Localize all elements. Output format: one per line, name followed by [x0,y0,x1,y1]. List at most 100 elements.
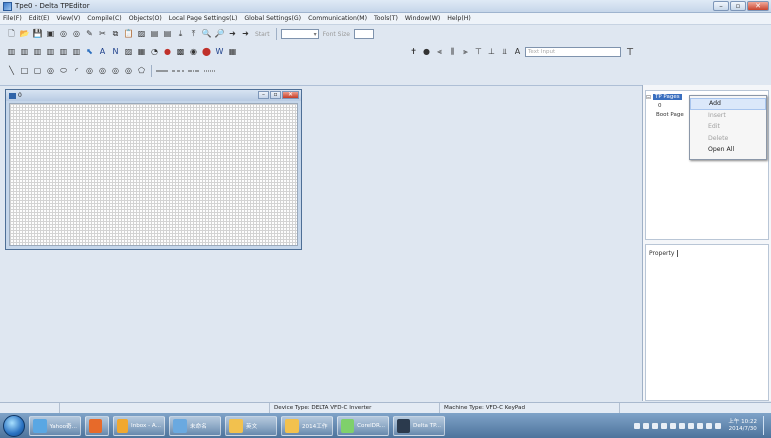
circle-icon[interactable]: ◎ [45,66,56,77]
align-icon[interactable]: ▥ [19,47,30,58]
menu-help[interactable]: Help(H) [447,15,471,22]
save-all-icon[interactable]: ▣ [45,29,56,40]
align-icon[interactable]: ▥ [6,47,17,58]
start-button[interactable] [3,414,25,437]
new-icon[interactable]: 🗋 [6,29,17,40]
context-open-all[interactable]: Open All [690,144,766,156]
meter-icon[interactable]: ◔ [149,47,160,58]
align-center-icon[interactable]: ⫼ [447,47,458,58]
circle-icon[interactable]: ◎ [123,66,134,77]
screen-minimize-button[interactable]: – [258,91,269,99]
circle-icon[interactable]: ◎ [84,66,95,77]
align-icon[interactable]: ▥ [32,47,43,58]
page-icon[interactable]: ▤ [162,29,173,40]
tray-icon[interactable] [715,422,722,429]
menu-edit[interactable]: Edit(E) [29,15,50,22]
context-delete[interactable]: Delete [690,133,766,145]
download-icon[interactable]: ⤓ [175,29,186,40]
image-icon[interactable]: ▨ [136,29,147,40]
solid-line-button[interactable] [156,66,168,76]
arc-icon[interactable]: ◜ [71,66,82,77]
tray-icon[interactable] [697,422,704,429]
select-icon[interactable]: ⬉ [84,47,95,58]
rect-icon[interactable]: □ [19,66,30,77]
close-button[interactable]: ✕ [747,1,769,11]
tray-icon[interactable] [706,422,713,429]
maximize-button[interactable]: ▫ [730,1,746,11]
menu-window[interactable]: Window(W) [405,15,440,22]
clock[interactable]: 上午 10:22 2014/7/30 [728,419,757,433]
record-icon[interactable]: ⬤ [201,47,212,58]
zoom-out-icon[interactable]: 🔎 [214,29,225,40]
menu-tools[interactable]: Tools(T) [374,15,398,22]
taskbar-item[interactable]: Yahoo奇... [29,415,81,436]
cut-icon[interactable]: ✂ [97,29,108,40]
tree-page-node[interactable]: 0 [658,103,662,109]
tray-icon[interactable] [652,422,659,429]
menu-view[interactable]: View(V) [56,15,80,22]
text-input[interactable]: Text Input [525,47,621,57]
circle-icon[interactable]: ◎ [110,66,121,77]
copy-icon[interactable]: ⧉ [110,29,121,40]
save-icon[interactable]: 💾 [32,29,43,40]
taskbar-item[interactable]: 2014工作 [281,415,333,436]
circle-icon[interactable]: ◎ [71,29,82,40]
menu-local-page-settings[interactable]: Local Page Settings(L) [169,15,238,22]
line-icon[interactable]: ╲ [6,66,17,77]
context-edit[interactable]: Edit [690,121,766,133]
design-canvas[interactable] [9,103,298,246]
taskbar-item[interactable]: CorelDR... [337,415,389,436]
word-icon[interactable]: W [214,47,225,58]
align-icon[interactable]: ▥ [71,47,82,58]
tree-root-node[interactable]: TP Pages [653,94,682,100]
zoom-in-icon[interactable]: 🔍 [201,29,212,40]
font-icon-large[interactable]: T [627,47,633,58]
circle-icon[interactable]: ◎ [97,66,108,77]
arrow-icon[interactable]: ➜ [227,29,238,40]
chart-icon[interactable]: ▩ [175,47,186,58]
taskbar-item[interactable]: Inbox - A... [113,415,165,436]
tray-icon[interactable] [670,422,677,429]
context-add[interactable]: Add [690,98,766,110]
bitmap-icon[interactable]: ▦ [136,47,147,58]
tray-icon[interactable] [661,422,668,429]
menu-compile[interactable]: Compile(C) [87,15,121,22]
screen-window-titlebar[interactable]: 0 – ▫ ✕ [6,90,301,101]
tray-icon[interactable] [679,422,686,429]
dial-icon[interactable]: ◉ [188,47,199,58]
taskbar-item[interactable]: Delta TP... [393,415,445,436]
number-icon[interactable]: N [110,47,121,58]
menu-objects[interactable]: Objects(O) [129,15,162,22]
circle-icon[interactable]: ◎ [58,29,69,40]
menu-file[interactable]: File(F) [3,15,22,22]
align-bottom-icon[interactable]: ⫫ [499,47,510,58]
align-icon[interactable]: ▥ [58,47,69,58]
align-right-icon[interactable]: ⫸ [460,47,471,58]
lamp-icon[interactable]: ● [162,47,173,58]
dashed-line-button[interactable] [172,66,184,76]
zoom-combo[interactable]: ▾ [280,29,319,39]
arrow-icon[interactable]: ➜ [240,29,251,40]
taskbar-item[interactable]: 未命名 [169,415,221,436]
minimize-button[interactable]: – [713,1,729,11]
text-icon[interactable]: A [97,47,108,58]
menu-global-settings[interactable]: Global Settings(G) [244,15,301,22]
tray-icon[interactable] [688,422,695,429]
paste-icon[interactable]: 📋 [123,29,134,40]
show-desktop-button[interactable] [763,416,769,435]
tray-icon[interactable] [634,422,641,429]
page-icon[interactable]: ▤ [149,29,160,40]
pin-icon[interactable]: ✝ [408,47,419,58]
taskbar-item[interactable] [85,415,109,436]
dashdot-line-button[interactable] [188,66,200,76]
align-left-icon[interactable]: ⫷ [434,47,445,58]
context-insert[interactable]: Insert [690,110,766,122]
open-icon[interactable]: 📂 [19,29,30,40]
screen-close-button[interactable]: ✕ [282,91,299,99]
round-rect-icon[interactable]: ▢ [32,66,43,77]
screen-maximize-button[interactable]: ▫ [270,91,281,99]
align-icon[interactable]: ▥ [45,47,56,58]
tray-icon[interactable] [643,422,650,429]
upload-icon[interactable]: ⤒ [188,29,199,40]
align-top-icon[interactable]: ⊤ [473,47,484,58]
